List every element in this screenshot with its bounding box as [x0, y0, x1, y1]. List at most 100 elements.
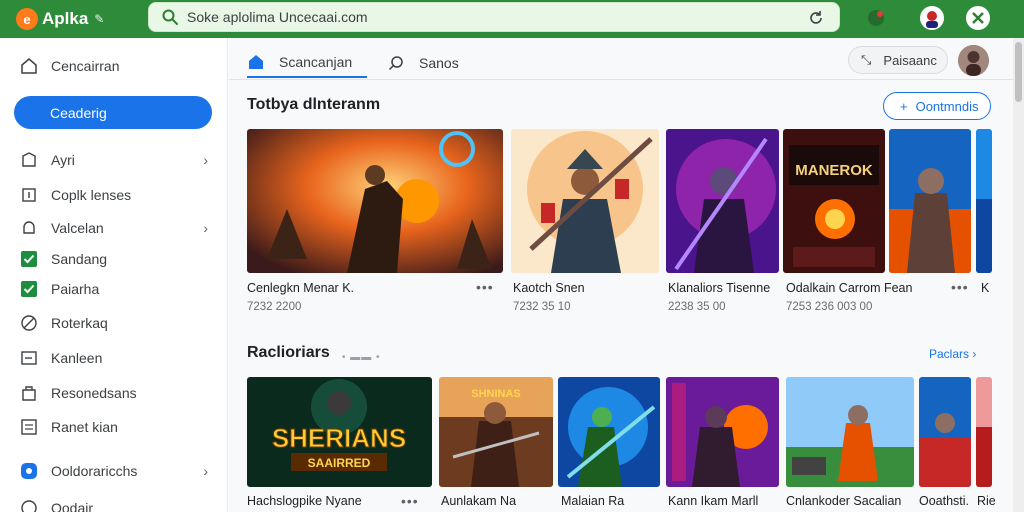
card-subtitle: 7232 35 10 [513, 301, 571, 313]
sidebar-item-label: Valcelan [51, 220, 104, 236]
card-title[interactable]: Rie [977, 494, 995, 508]
search-icon [387, 54, 405, 72]
game-thumbnail[interactable] [976, 129, 992, 273]
block-icon [20, 314, 38, 332]
tab-search[interactable]: Sanos [387, 48, 487, 78]
game-thumbnail[interactable]: MANEROK [783, 129, 885, 273]
section-title-featured: Totbya dlnteranm [247, 96, 381, 113]
chevron-right-icon: › [972, 347, 977, 361]
section-action-label: Oontmndis [915, 98, 979, 114]
bell-icon [20, 219, 38, 237]
pencil-icon: ✎ [94, 12, 105, 26]
sidebar: Cencairran Ceaderig Ayri › Coplk lenses … [0, 38, 228, 512]
tab-label: Scancanjan [279, 54, 353, 70]
search-input[interactable] [187, 9, 787, 25]
header-action-label: Paisaanc [883, 52, 937, 68]
game-thumbnail[interactable] [558, 377, 660, 487]
sidebar-item-2[interactable]: Coplk lenses [20, 183, 216, 207]
check-icon [20, 280, 38, 298]
tab-label: Sanos [419, 55, 459, 71]
card-title[interactable]: Aunlakam Na [441, 494, 553, 508]
plus-icon: + [900, 98, 908, 114]
section-action-button[interactable]: + Oontmndis [883, 92, 991, 120]
app-logo[interactable]: e Aplka ✎ [16, 8, 134, 30]
chevron-right-icon: › [203, 152, 208, 168]
game-thumbnail[interactable] [247, 129, 503, 273]
search-bar [148, 2, 840, 32]
sidebar-item-7[interactable]: Kanleen [20, 346, 216, 370]
game-thumbnail[interactable]: SHERIANS SAAIRRED [247, 377, 432, 487]
sidebar-item-9[interactable]: Ranet kian [20, 415, 216, 439]
more-options-icon[interactable]: ••• [401, 493, 419, 509]
sidebar-item-11[interactable]: Oodair [20, 496, 216, 512]
profile-icon[interactable] [918, 4, 946, 32]
game-thumbnail[interactable] [666, 129, 779, 273]
more-options-icon[interactable]: ••• [476, 279, 494, 295]
game-thumbnail[interactable] [786, 377, 914, 487]
scrollbar-thumb[interactable] [1015, 42, 1022, 102]
scrollbar[interactable] [1013, 38, 1024, 512]
logo-badge: e [16, 8, 38, 30]
game-thumbnail[interactable] [919, 377, 971, 487]
check-icon [20, 250, 38, 268]
search-icon [157, 4, 183, 30]
card-title[interactable]: Hachslogpike Nyane [247, 494, 397, 508]
sidebar-item-1[interactable]: Ayri › [20, 148, 216, 172]
card-title[interactable]: Cnlankoder Sacalian [786, 494, 914, 508]
refresh-icon[interactable] [807, 9, 825, 27]
header-action-button[interactable]: ⤡ Paisaanc [848, 46, 948, 74]
bag-icon [20, 384, 38, 402]
card-title[interactable]: Kaotch Snen [513, 281, 659, 295]
home-icon [20, 57, 38, 75]
game-thumbnail[interactable] [666, 377, 779, 487]
section-title-decoration: • ▬▬ • [342, 352, 381, 363]
primary-action-button[interactable]: Ceaderig [14, 96, 212, 129]
poster-subtitle: SAAIRRED [308, 456, 371, 470]
settings-icon[interactable] [964, 4, 992, 32]
game-thumbnail[interactable]: SHNINAS [439, 377, 553, 487]
poster-text: MANEROK [795, 162, 873, 179]
sidebar-item-label: Kanleen [51, 350, 103, 366]
card-title[interactable]: Klanaliors Tisenne [668, 281, 780, 295]
card-title[interactable]: K [981, 281, 995, 295]
sidebar-item-8[interactable]: Resonedsans [20, 381, 216, 405]
card-title[interactable]: Kann Ikam Marll [668, 494, 780, 508]
card-title[interactable]: Ooathsti. [919, 494, 973, 508]
wand-icon: ⤡ [861, 52, 872, 67]
sidebar-item-4[interactable]: Sandang [20, 247, 216, 271]
box-icon [20, 186, 38, 204]
sidebar-item-label: Sandang [51, 251, 108, 267]
see-more-link[interactable]: Paclars › [929, 347, 976, 361]
chevron-right-icon: › [203, 220, 208, 236]
tab-home[interactable]: Scancanjan [247, 48, 367, 78]
sidebar-item-label: Oodair [51, 500, 94, 512]
section-title-recommended: Raclioriars [247, 344, 330, 361]
more-options-icon[interactable]: ••• [951, 279, 969, 295]
card-subtitle: 7232 2200 [247, 301, 302, 313]
game-thumbnail[interactable] [889, 129, 971, 273]
sidebar-item-5[interactable]: Paiarha [20, 277, 216, 301]
chevron-right-icon: › [203, 463, 208, 479]
circle-icon [20, 499, 38, 512]
sidebar-item-3[interactable]: Valcelan › [20, 216, 216, 240]
card-title[interactable]: Malaian Ra [561, 494, 661, 508]
card-subtitle: 7253 236 003 00 [786, 301, 873, 313]
card-subtitle: 2238 35 00 [668, 301, 726, 313]
game-thumbnail[interactable] [511, 129, 659, 273]
home-icon [247, 53, 265, 71]
game-thumbnail[interactable] [976, 377, 992, 487]
sidebar-item-label: Paiarha [51, 281, 100, 297]
sidebar-item-10[interactable]: Ooldoraricchs › [20, 459, 216, 483]
card-title[interactable]: Cenlegkn Menar K. [247, 281, 467, 295]
see-more-label: Paclars [929, 347, 970, 361]
sidebar-item-home[interactable]: Cencairran [20, 54, 216, 78]
poster-text: SHNINAS [471, 388, 521, 400]
notification-icon[interactable] [862, 4, 890, 32]
avatar[interactable] [958, 45, 989, 76]
window-icon [20, 349, 38, 367]
list-icon [20, 418, 38, 436]
app-name: Aplka [42, 9, 89, 28]
sidebar-item-label: Roterkaq [51, 315, 108, 331]
card-title[interactable]: Odalkain Carrom Fean [786, 281, 950, 295]
sidebar-item-6[interactable]: Roterkaq [20, 311, 216, 335]
